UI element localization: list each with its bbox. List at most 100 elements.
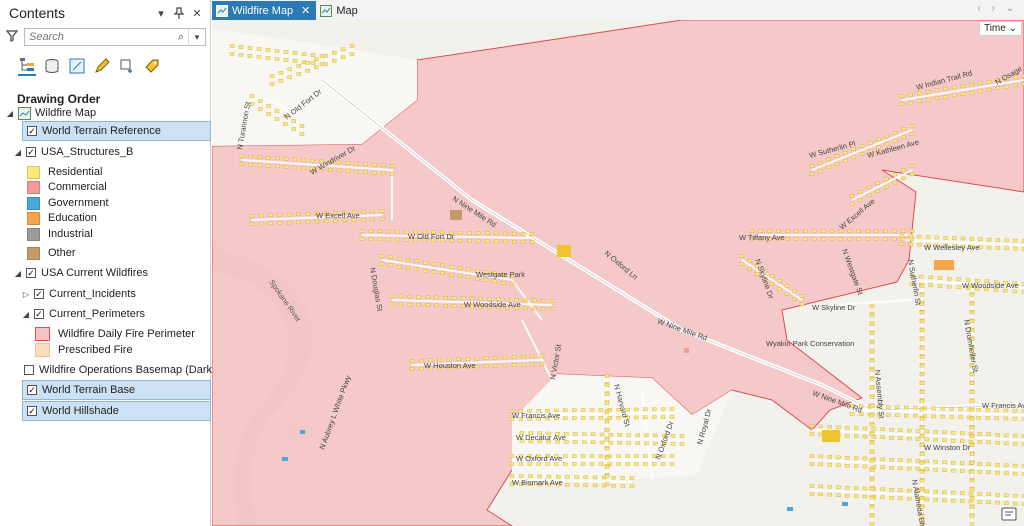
chevron-down-icon[interactable]: ▾	[154, 6, 168, 20]
filter-icon[interactable]	[5, 30, 20, 44]
residential-structure	[635, 433, 640, 437]
residential-structure	[644, 441, 649, 445]
residential-structure	[829, 237, 835, 241]
residential-structure	[862, 456, 868, 461]
residential-structure	[679, 434, 685, 438]
residential-structure	[299, 124, 305, 128]
checkbox-unchecked-icon[interactable]	[24, 365, 34, 375]
residential-structure	[296, 72, 301, 76]
residential-structure	[908, 92, 913, 97]
residential-structure	[239, 162, 245, 166]
legend-label: Other	[48, 247, 76, 259]
checkbox-checked-icon[interactable]: ✓	[26, 147, 36, 157]
residential-structure	[834, 154, 840, 158]
layer-world-terrain-reference[interactable]: ✓ World Terrain Reference	[22, 121, 211, 141]
residential-structure	[907, 466, 912, 471]
data-source-icon[interactable]	[43, 57, 61, 75]
residential-structure	[803, 237, 808, 241]
residential-structure	[380, 163, 386, 168]
residential-structure	[1004, 493, 1009, 497]
residential-structure	[818, 454, 823, 459]
residential-structure	[943, 95, 948, 99]
search-input[interactable]	[25, 31, 174, 43]
checkbox-checked-icon[interactable]: ✓	[27, 406, 37, 416]
legend-label: Prescribed Fire	[58, 344, 133, 356]
checkbox-checked-icon[interactable]: ✓	[27, 126, 37, 136]
collapse-arrow-icon[interactable]: ◢	[5, 109, 15, 118]
residential-structure	[859, 152, 865, 156]
residential-structure	[818, 462, 823, 467]
residential-structure	[296, 64, 301, 68]
expand-arrow-icon[interactable]: ▷	[21, 290, 31, 299]
map-view[interactable]: N Old Fort Dr N Turannon St W Windriver …	[212, 20, 1024, 526]
residential-structure	[869, 304, 875, 308]
residential-structure	[969, 372, 975, 377]
residential-structure	[258, 99, 263, 103]
residential-structure	[869, 505, 875, 509]
residential-structure	[917, 242, 922, 247]
residential-structure	[827, 493, 832, 497]
street-label: W Winston Dr	[924, 443, 971, 452]
checkbox-checked-icon[interactable]: ✓	[34, 289, 44, 299]
residential-structure	[380, 171, 386, 176]
residential-structure	[331, 51, 337, 55]
residential-structure	[652, 462, 657, 466]
layer-usa-current-wildfires[interactable]: ◢ ✓ USA Current Wildfires	[13, 263, 148, 283]
residential-structure	[1004, 238, 1009, 243]
layer-current-perimeters[interactable]: ◢ ✓ Current_Perimeters	[21, 304, 145, 324]
pin-icon[interactable]	[172, 6, 186, 20]
snapping-icon[interactable]	[118, 57, 136, 75]
labeling-icon[interactable]	[143, 57, 161, 75]
editing-icon[interactable]	[93, 57, 111, 75]
residential-structure	[425, 303, 430, 307]
search-options-chevron-icon[interactable]: ▾	[188, 29, 205, 45]
checkbox-checked-icon[interactable]: ✓	[26, 268, 36, 278]
residential-structure	[529, 240, 535, 244]
residential-structure	[909, 229, 915, 233]
time-button[interactable]: Time ⌄	[978, 21, 1022, 36]
residential-structure	[900, 237, 906, 241]
residential-structure	[809, 492, 815, 496]
residential-structure	[345, 161, 351, 165]
selection-icon[interactable]	[68, 57, 86, 75]
collapse-arrow-icon[interactable]: ◢	[13, 269, 23, 278]
residential-structure	[409, 367, 415, 371]
layer-usa-structures[interactable]: ◢ ✓ USA_Structures_B	[13, 142, 133, 162]
residential-structure	[820, 237, 826, 241]
layer-current-incidents[interactable]: ▷ ✓ Current_Incidents	[21, 284, 136, 304]
residential-structure	[865, 237, 870, 241]
residential-structure	[1013, 463, 1018, 468]
drawing-order-icon[interactable]	[18, 56, 36, 76]
residential-structure	[493, 356, 498, 360]
tab-map[interactable]: Map	[316, 1, 363, 20]
layer-world-terrain-base[interactable]: ✓ World Terrain Base	[22, 380, 211, 400]
checkbox-checked-icon[interactable]: ✓	[27, 385, 37, 395]
residential-structure	[933, 468, 938, 472]
residential-structure	[580, 462, 586, 466]
notes-icon[interactable]	[1001, 507, 1017, 521]
tab-wildfire-map[interactable]: Wildfire Map ✕	[212, 1, 317, 20]
search-icon[interactable]: ⌕	[174, 31, 188, 44]
residential-structure	[901, 127, 906, 132]
residential-structure	[869, 459, 875, 463]
residential-structure	[604, 374, 610, 378]
residential-structure	[644, 433, 649, 437]
close-icon[interactable]: ✕	[301, 4, 310, 17]
tab-scroll-arrows-icon[interactable]: ‹ › ⌄	[977, 3, 1018, 14]
map-tabbar: Wildfire Map ✕ Map ‹ › ⌄	[212, 0, 1024, 21]
residential-structure	[919, 425, 925, 430]
collapse-arrow-icon[interactable]: ◢	[21, 310, 31, 319]
park-label: Wyakin Park Conservation	[766, 339, 854, 348]
close-icon[interactable]: ✕	[190, 6, 204, 20]
residential-structure	[820, 229, 826, 233]
residential-structure	[620, 484, 625, 488]
checkbox-checked-icon[interactable]: ✓	[34, 309, 44, 319]
residential-structure	[604, 410, 610, 415]
map-canvas[interactable]: N Old Fort Dr N Turannon St W Windriver …	[212, 20, 1024, 526]
map-node[interactable]: ◢ Wildfire Map	[5, 103, 96, 123]
layer-world-hillshade[interactable]: ✓ World Hillshade	[22, 401, 211, 421]
layer-basemap-dark[interactable]: Wildfire Operations Basemap (Dark)	[24, 360, 216, 380]
residential-structure	[854, 434, 859, 438]
residential-structure	[969, 452, 975, 456]
collapse-arrow-icon[interactable]: ◢	[13, 148, 23, 157]
